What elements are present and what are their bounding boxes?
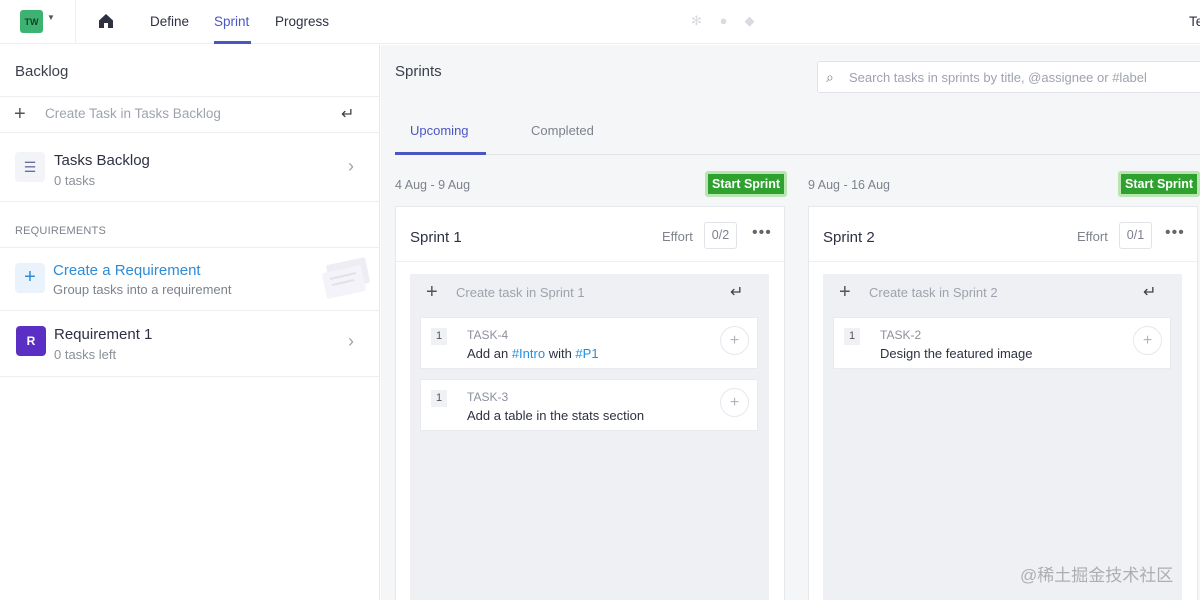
create-task-input[interactable]: Create task in Sprint 1	[456, 285, 585, 300]
divider	[0, 132, 379, 133]
task-id: TASK-4	[467, 328, 509, 342]
divider	[0, 247, 379, 248]
add-assignee-icon[interactable]: +	[720, 388, 749, 417]
create-task-input[interactable]: Create task in Sprint 2	[869, 285, 998, 300]
add-assignee-icon[interactable]: +	[720, 326, 749, 355]
backlog-panel: Backlog + Create Task in Tasks Backlog ↵…	[0, 45, 380, 600]
task-title: Add an #Intro with #P1	[467, 346, 599, 361]
chevron-right-icon: ›	[348, 331, 354, 351]
divider	[0, 96, 379, 97]
sprint-title: Sprint 2	[823, 229, 875, 246]
search-input[interactable]: ⌕ Search tasks in sprints by title, @ass…	[817, 61, 1200, 93]
slack-icon[interactable]: ✻	[689, 13, 704, 28]
sprint-date-range: 4 Aug - 9 Aug	[395, 178, 471, 192]
enter-icon[interactable]: ↵	[730, 282, 743, 302]
sprints-title: Sprints	[395, 63, 442, 80]
plus-icon[interactable]: +	[14, 104, 26, 124]
task-id: TASK-3	[467, 390, 509, 404]
backlog-icon: ☰	[15, 152, 45, 182]
sprint-column: Sprint 1 Effort 0/2 ••• + Create task in…	[395, 206, 785, 600]
home-icon[interactable]	[97, 12, 115, 30]
tab-active-indicator	[395, 152, 486, 155]
effort-value[interactable]: 0/1	[1119, 222, 1152, 249]
sprint-task-lane: + Create task in Sprint 1 ↵ 1 TASK-4 Add…	[410, 274, 769, 600]
enter-icon[interactable]: ↵	[1143, 282, 1156, 302]
effort-value[interactable]: 0/2	[704, 222, 737, 249]
label-tag[interactable]: #Intro	[512, 346, 545, 361]
nav-progress[interactable]: Progress	[275, 14, 329, 29]
task-title: Design the featured image	[880, 346, 1033, 361]
sprint-date-range: 9 Aug - 16 Aug	[808, 178, 891, 192]
task-card[interactable]: 1 TASK-2 Design the featured image +	[833, 317, 1171, 369]
task-card[interactable]: 1 TASK-4 Add an #Intro with #P1 +	[420, 317, 758, 369]
more-icon[interactable]: •••	[1165, 224, 1185, 242]
plus-icon: +	[15, 263, 45, 293]
task-estimate[interactable]: 1	[431, 390, 447, 407]
start-sprint-button[interactable]: Start Sprint	[1118, 171, 1200, 197]
sprints-panel: Sprints ⌕ Search tasks in sprints by tit…	[381, 45, 1200, 600]
top-bar: TW ▼ Define Sprint Progress ✻ ● ◆ Te	[0, 0, 1200, 44]
more-icon[interactable]: •••	[752, 224, 772, 242]
requirement-badge: R	[16, 326, 46, 356]
task-title-text: with	[545, 346, 576, 361]
gitlab-icon[interactable]: ◆	[742, 13, 757, 28]
tasks-backlog-count: 0 tasks	[54, 173, 96, 188]
tasks-backlog-title: Tasks Backlog	[54, 152, 150, 169]
create-requirement-title: Create a Requirement	[53, 262, 201, 279]
divider	[0, 310, 379, 311]
tab-completed[interactable]: Completed	[531, 123, 594, 138]
illustration	[322, 257, 370, 299]
nav-define[interactable]: Define	[150, 14, 189, 29]
github-icon[interactable]: ●	[716, 13, 731, 28]
plus-icon[interactable]: +	[839, 282, 851, 302]
start-sprint-button[interactable]: Start Sprint	[705, 171, 788, 197]
plus-icon[interactable]: +	[426, 282, 438, 302]
divider	[75, 0, 76, 44]
create-task-input[interactable]: Create Task in Tasks Backlog	[45, 106, 221, 121]
chevron-down-icon[interactable]: ▼	[47, 13, 55, 22]
workspace-avatar[interactable]: TW	[20, 10, 43, 33]
user-name[interactable]: Te	[1189, 14, 1200, 29]
search-placeholder: Search tasks in sprints by title, @assig…	[849, 70, 1147, 85]
divider	[0, 201, 379, 202]
create-requirement-subtitle: Group tasks into a requirement	[53, 282, 232, 297]
sprint-column: Sprint 2 Effort 0/1 ••• + Create task in…	[808, 206, 1198, 600]
label-tag[interactable]: #P1	[575, 346, 598, 361]
task-estimate[interactable]: 1	[431, 328, 447, 345]
chevron-right-icon: ›	[348, 156, 354, 176]
requirement-sub: 0 tasks left	[54, 347, 117, 362]
task-title: Add a table in the stats section	[467, 408, 645, 423]
tab-upcoming[interactable]: Upcoming	[410, 123, 469, 138]
divider	[0, 376, 379, 377]
sprint-task-lane: + Create task in Sprint 2 ↵ 1 TASK-2 Des…	[823, 274, 1182, 600]
effort-label: Effort	[662, 229, 693, 244]
task-id: TASK-2	[880, 328, 922, 342]
divider	[809, 261, 1197, 262]
task-title-text: Add an	[467, 346, 512, 361]
requirement-title: Requirement 1	[54, 326, 153, 343]
enter-icon[interactable]: ↵	[341, 104, 354, 124]
task-card[interactable]: 1 TASK-3 Add a table in the stats sectio…	[420, 379, 758, 431]
nav-active-indicator	[214, 41, 251, 44]
effort-label: Effort	[1077, 229, 1108, 244]
search-icon: ⌕	[826, 69, 834, 85]
add-assignee-icon[interactable]: +	[1133, 326, 1162, 355]
sprint-title: Sprint 1	[410, 229, 462, 246]
backlog-title: Backlog	[15, 63, 69, 80]
watermark: @稀土掘金技术社区	[1020, 566, 1174, 585]
requirements-header: REQUIREMENTS	[15, 225, 107, 237]
divider	[395, 154, 1200, 155]
task-estimate[interactable]: 1	[844, 328, 860, 345]
nav-sprint[interactable]: Sprint	[214, 14, 249, 29]
divider	[396, 261, 784, 262]
